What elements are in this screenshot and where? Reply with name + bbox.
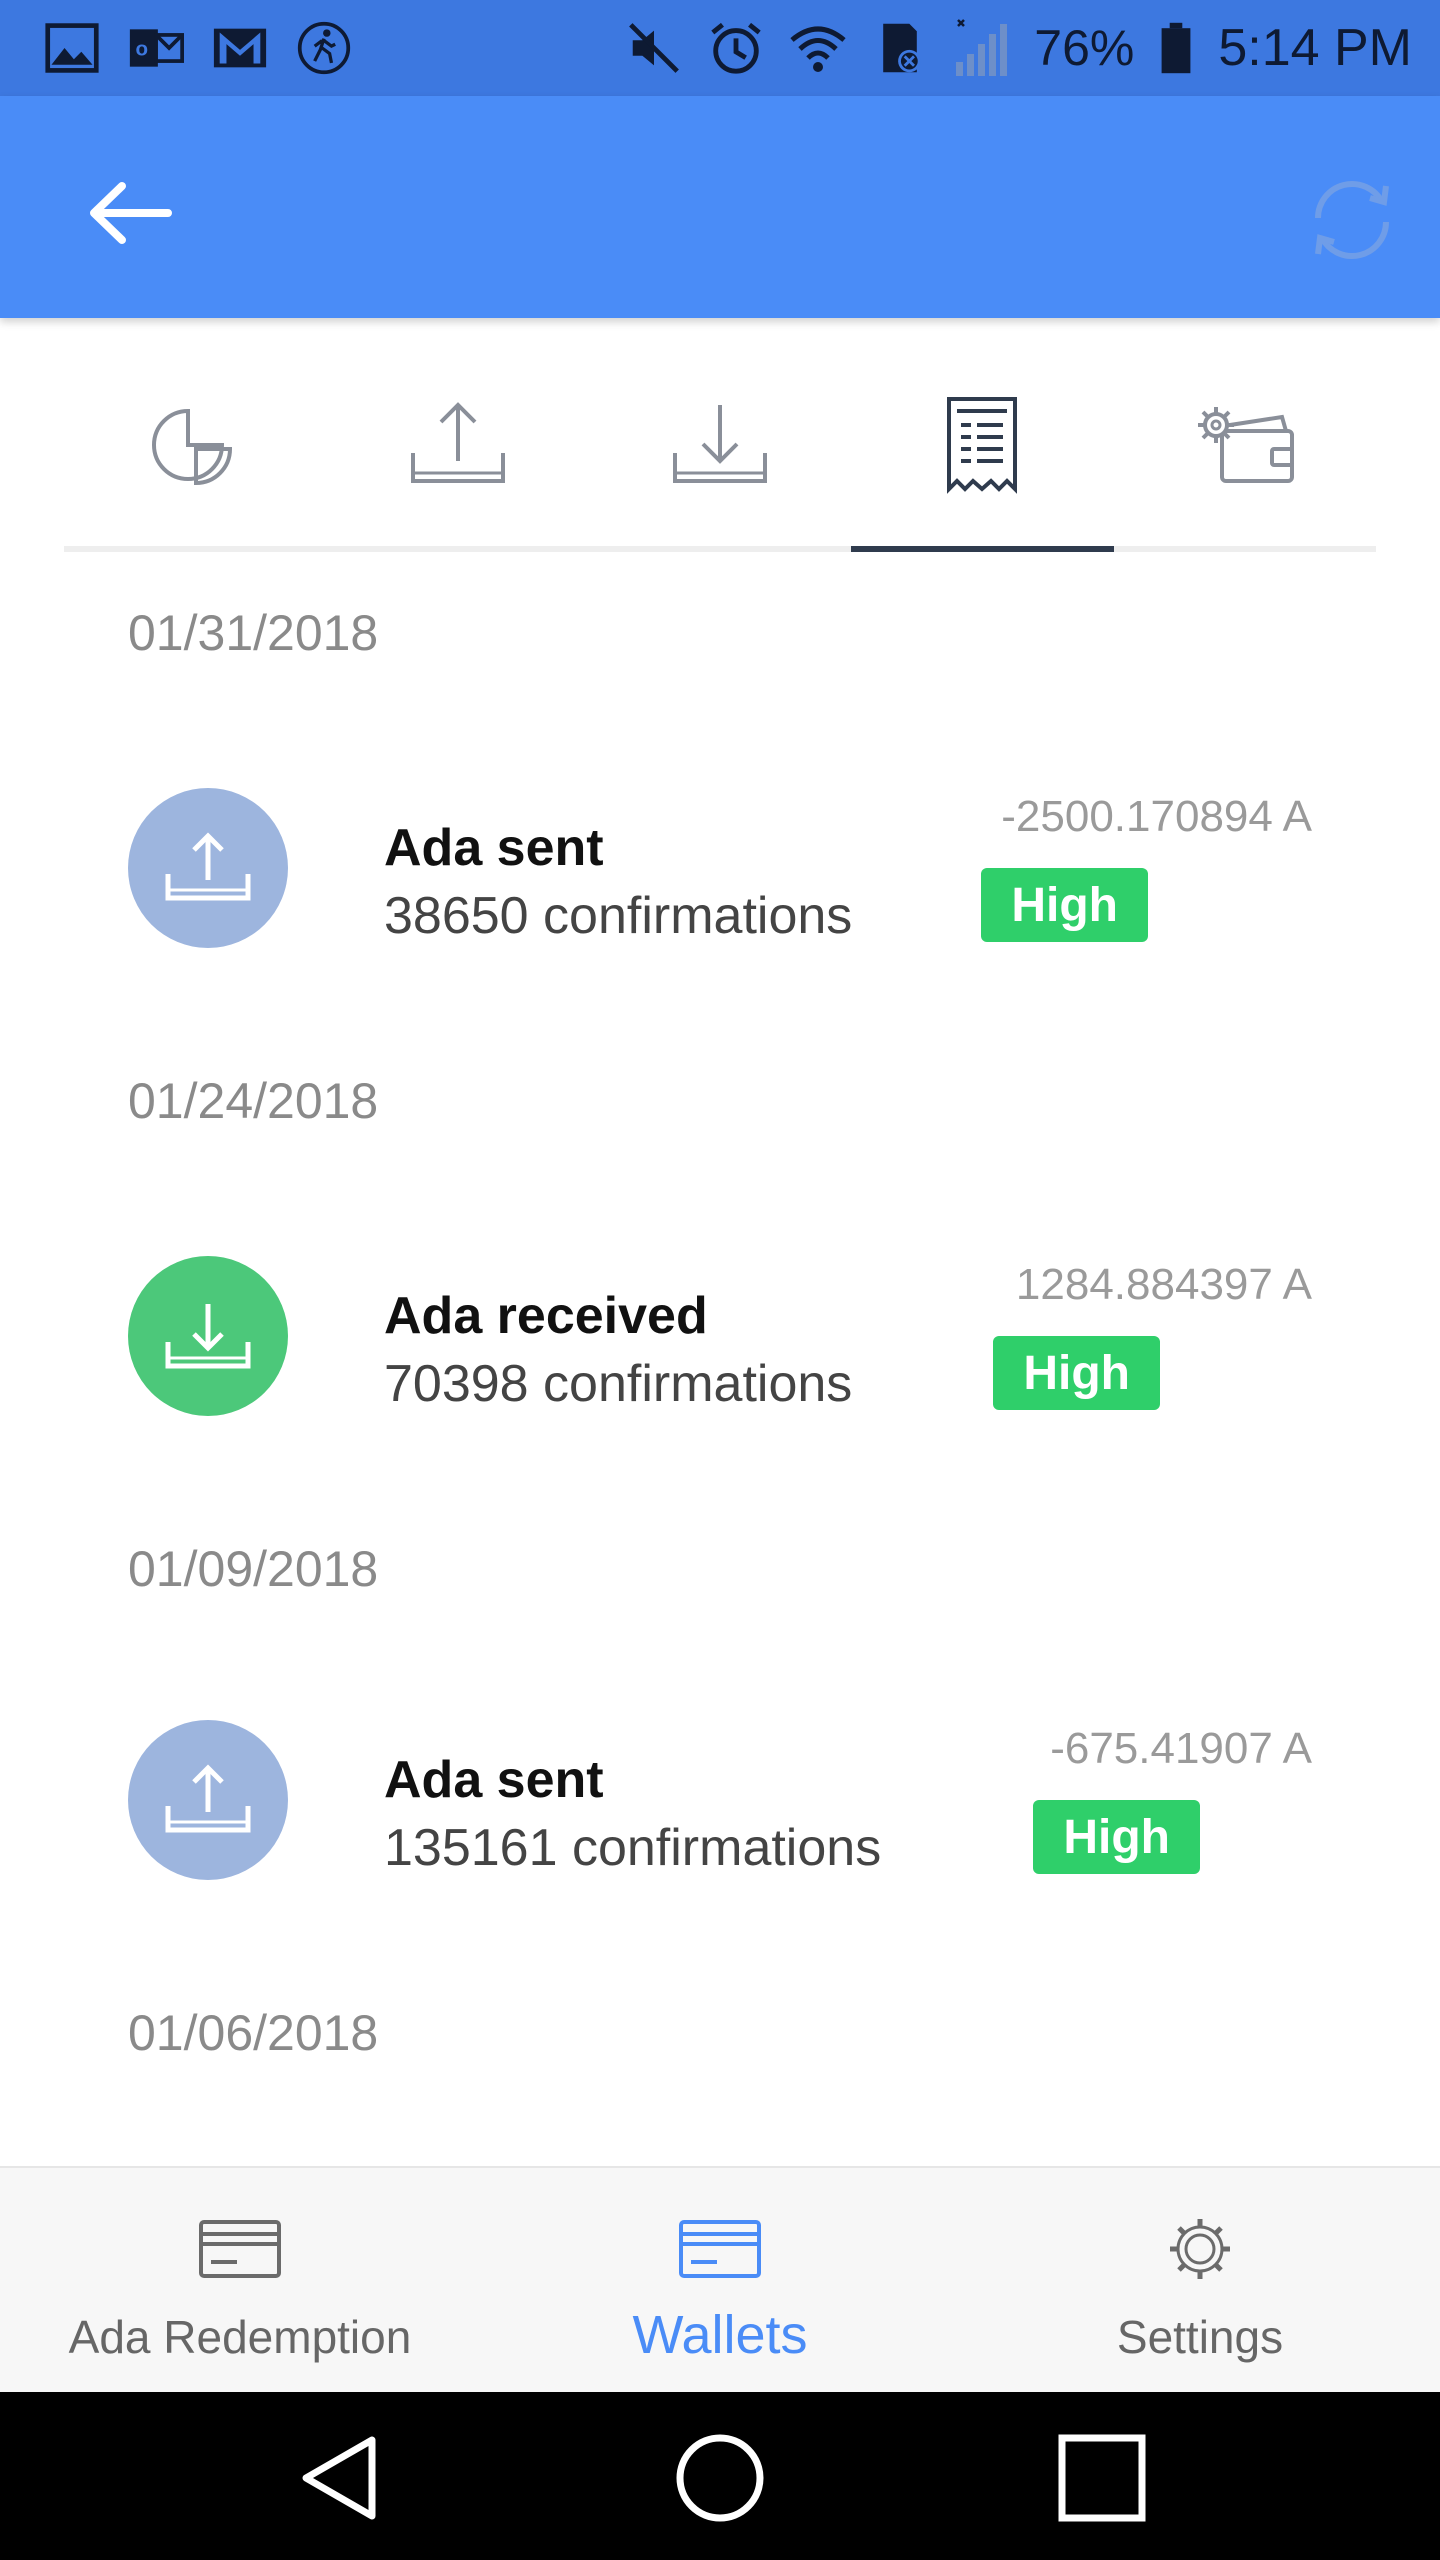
system-home-button[interactable] [672,2430,768,2526]
clock-time: 5:14 PM [1218,19,1412,77]
back-triangle-icon [302,2436,376,2520]
transaction-title: Ada received [384,1287,708,1345]
tab-send[interactable] [326,360,589,552]
sent-avatar [128,1720,288,1880]
tab-underline-active [851,546,1114,552]
transaction-confirmations: 135161 confirmations [384,1819,882,1877]
alarm-icon [706,18,766,78]
system-recents-button[interactable] [1054,2430,1150,2526]
assurance-badge: High [1033,1800,1200,1874]
sd-card-icon [870,18,930,78]
transaction-amount: 1284.884397 A [1015,1260,1312,1309]
tab-underline [326,546,589,552]
refresh-button[interactable] [1304,172,1400,268]
mute-icon [624,18,684,78]
tab-receive[interactable] [588,360,852,552]
download-icon [165,1304,251,1369]
status-right-icons: 76% 5:14 PM [624,14,1412,82]
gallery-icon [42,18,102,78]
nav-label: Wallets [632,2305,808,2365]
transaction-amount: -675.41907 A [1050,1724,1312,1773]
transaction-row[interactable]: Ada sent 38650 confirmations -2500.17089… [0,788,1440,988]
tab-wallet-settings[interactable] [1113,360,1377,552]
walk-icon [294,18,354,78]
system-navigation-bar [0,2392,1440,2560]
signal-icon [952,18,1012,78]
received-avatar [128,1256,288,1416]
svg-text:o: o [135,37,148,60]
nav-label: Ada Redemption [68,2311,412,2363]
tab-underline [588,546,852,552]
card-icon [199,2220,281,2278]
date-header: 01/09/2018 [128,1541,379,1597]
arrow-left-icon [90,182,172,244]
battery-icon [1156,18,1196,78]
gear-wallet-icon [1197,407,1294,483]
tab-transactions[interactable] [851,360,1114,552]
recents-square-icon [1058,2434,1146,2522]
sent-avatar [128,788,288,948]
receipt-icon [947,397,1018,494]
nav-ada-redemption[interactable]: Ada Redemption [0,2168,480,2392]
system-back-button[interactable] [294,2430,390,2526]
tab-summary[interactable] [64,360,327,552]
assurance-badge: High [981,868,1148,942]
transaction-title: Ada sent [384,819,604,877]
battery-percent: 76% [1034,20,1135,76]
refresh-icon [1315,181,1389,259]
app-bar [0,96,1440,318]
tab-underline [1113,546,1377,552]
status-left-icons: o [42,18,354,78]
date-header: 01/06/2018 [128,2005,379,2061]
gear-icon [1170,2219,1230,2279]
nav-wallets[interactable]: Wallets [480,2168,960,2392]
back-button[interactable] [86,178,176,248]
outlook-icon: o [126,18,186,78]
gmail-icon [210,18,270,78]
pie-chart-icon [152,408,233,486]
transaction-row[interactable]: Ada sent 135161 confirmations -675.41907… [0,1720,1440,1920]
wallet-card-icon [679,2220,761,2278]
status-bar: o 76% 5:14 PM [0,0,1440,96]
upload-icon [165,1764,251,1833]
date-header: 01/31/2018 [128,605,379,661]
assurance-badge: High [993,1336,1160,1410]
transaction-confirmations: 38650 confirmations [384,887,853,945]
download-icon [673,405,768,483]
wallet-tabs [64,360,1377,552]
bottom-navigation: Ada Redemption Wallets Settings [0,2166,1440,2392]
date-header: 01/24/2018 [128,1073,379,1129]
upload-icon [410,402,505,483]
transaction-confirmations: 70398 confirmations [384,1355,853,1413]
nav-settings[interactable]: Settings [960,2168,1440,2392]
transaction-title: Ada sent [384,1751,604,1809]
transaction-row[interactable]: Ada received 70398 confirmations 1284.88… [0,1256,1440,1456]
nav-label: Settings [1116,2311,1284,2363]
tab-underline [64,546,327,552]
wifi-icon [788,18,848,78]
transaction-amount: -2500.170894 A [1001,792,1312,841]
home-circle-icon [676,2434,764,2522]
upload-icon [165,832,251,901]
